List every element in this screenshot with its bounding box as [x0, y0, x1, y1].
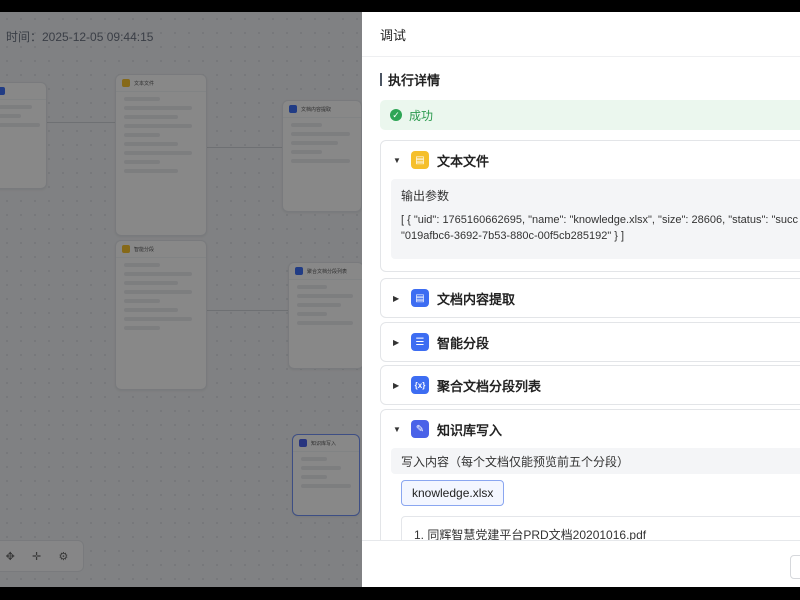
write-content-label: 写入内容（每个文档仅能预览前五个分段）	[401, 455, 630, 469]
node-result-header[interactable]: ▼ ✎ 知识库写入	[381, 410, 800, 448]
caret-right-icon[interactable]: ▶	[393, 338, 403, 347]
caret-down-icon[interactable]: ▼	[393, 156, 403, 165]
caret-right-icon[interactable]: ▶	[393, 381, 403, 390]
debug-panel: 调试 执行详情 ✓ 成功 ▼ ▤ 文本文件 输出参数 [ { "uid": 17…	[362, 12, 800, 587]
node-result-header[interactable]: ▼ ▤ 文本文件	[381, 141, 800, 179]
node-name: 智能分段	[437, 335, 490, 351]
node-result-card: ▼ ▤ 文本文件 输出参数 [ { "uid": 1765160662695, …	[380, 140, 800, 272]
section-title: 执行详情	[380, 70, 440, 89]
section-marker	[380, 73, 382, 86]
node-name: 文本文件	[437, 153, 490, 169]
output-params-value-2: "019afbc6-3692-7b53-880c-00f5cb285192" }…	[401, 230, 625, 242]
node-result-card: ▶ ▤ 文档内容提取	[380, 278, 800, 318]
status-banner: ✓ 成功	[380, 100, 800, 130]
footer-button[interactable]	[790, 555, 800, 579]
status-text: 成功	[409, 108, 434, 123]
node-name: 知识库写入	[437, 422, 503, 438]
node-result-header[interactable]: ▶ ☰ 智能分段	[381, 323, 800, 361]
node-result-card: ▶ ☰ 智能分段	[380, 322, 800, 362]
output-params-box: 输出参数 [ { "uid": 1765160662695, "name": "…	[391, 179, 800, 259]
edit-icon: ✎	[411, 420, 429, 438]
caret-right-icon[interactable]: ▶	[393, 294, 403, 303]
caret-down-icon[interactable]: ▼	[393, 425, 403, 434]
list-icon: ☰	[411, 333, 429, 351]
node-name: 聚合文档分段列表	[437, 378, 542, 394]
node-result-header[interactable]: ▶ ▤ 文档内容提取	[381, 279, 800, 317]
modal-overlay[interactable]	[0, 12, 362, 587]
panel-footer	[362, 540, 800, 587]
node-result-header[interactable]: ▶ {x} 聚合文档分段列表	[381, 366, 800, 404]
section-title-text: 执行详情	[388, 73, 441, 88]
write-content-box: 写入内容（每个文档仅能预览前五个分段）	[391, 448, 800, 474]
panel-title: 调试	[362, 12, 800, 57]
check-circle-icon: ✓	[390, 109, 402, 121]
file-tab[interactable]: knowledge.xlsx	[401, 480, 505, 506]
node-result-card: ▶ {x} 聚合文档分段列表	[380, 365, 800, 405]
node-name: 文档内容提取	[437, 291, 516, 307]
file-icon: ▤	[411, 151, 429, 169]
output-params-label: 输出参数	[401, 189, 450, 203]
variable-icon: {x}	[411, 376, 429, 394]
document-icon: ▤	[411, 289, 429, 307]
